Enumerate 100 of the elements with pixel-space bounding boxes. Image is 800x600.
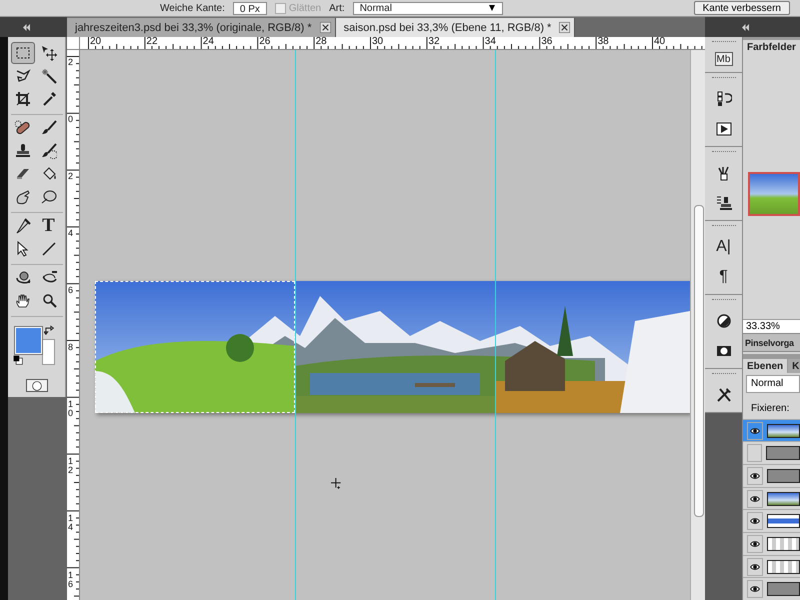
foreground-color-swatch[interactable] (14, 327, 42, 354)
pointer-icon (14, 241, 30, 257)
eyedropper-icon (40, 91, 56, 107)
magic-wand-icon (40, 68, 56, 84)
eye-icon (748, 516, 762, 526)
ruler-label: 12 (68, 457, 73, 475)
contrast-icon[interactable] (716, 313, 732, 329)
layer-row[interactable] (743, 418, 800, 442)
ruler-label: 16 (68, 571, 73, 589)
lasso-icon (14, 68, 30, 84)
layer-row[interactable] (743, 486, 800, 510)
panel-button[interactable]: ¶ (712, 266, 734, 288)
layer-row[interactable] (743, 577, 800, 600)
eye-icon (748, 562, 762, 572)
default-colors-icon[interactable] (12, 355, 22, 365)
swap-arrows-icon[interactable] (44, 325, 54, 335)
layer-thumbnail (767, 424, 800, 438)
ruler-label: 14 (68, 514, 73, 532)
brush-presets-tab[interactable]: Pinselvorga (743, 333, 800, 352)
panel-tab[interactable]: Ebenen (743, 358, 788, 373)
collapse-icon[interactable] (22, 24, 31, 30)
crosshair-icon (331, 478, 342, 489)
layer-row[interactable] (743, 532, 800, 555)
layer-row[interactable] (743, 464, 800, 487)
close-icon[interactable] (320, 22, 331, 33)
feather-label: Weiche Kante: (160, 2, 225, 14)
ruler-label: 8 (68, 343, 73, 352)
caret-icon (488, 5, 496, 11)
refine-edge-button[interactable]: Kante verbessern (694, 1, 790, 15)
visibility-toggle[interactable] (747, 422, 763, 440)
eraser-icon (14, 166, 30, 182)
visibility-toggle[interactable] (747, 534, 763, 553)
eye-icon (748, 470, 762, 481)
feather-field[interactable]: 0 Px (232, 2, 267, 14)
marquee-icon (14, 45, 30, 61)
visibility-toggle[interactable] (747, 444, 762, 462)
ruler-label: 40 (654, 37, 666, 47)
lock-label: Fixieren: (750, 402, 790, 416)
ruler-label: 28 (316, 37, 327, 47)
document-tab[interactable]: saison.psd bei 33,3% (Ebene 11, RGB/8) * (336, 18, 576, 37)
ruler-label: 34 (484, 37, 496, 47)
ruler-label: 38 (598, 37, 609, 47)
visibility-toggle[interactable] (747, 466, 763, 485)
ruler-label: 32 (428, 37, 440, 47)
ruler-label: 30 (372, 37, 384, 47)
layer-thumbnail (767, 536, 800, 551)
play-icon[interactable] (716, 121, 732, 137)
tab-title: jahreszeiten3.psd bei 33,3% (originale, RGB/8) * (75, 22, 312, 34)
quick-mask-button[interactable] (26, 379, 48, 392)
blend-mode-dropdown[interactable]: Normal (746, 374, 800, 393)
mask-icon[interactable] (716, 343, 732, 359)
history-brush-icon (40, 143, 56, 159)
brushes-icon[interactable] (716, 165, 732, 181)
close-icon[interactable] (559, 22, 570, 33)
zoom-field[interactable]: 33.33% (743, 319, 800, 334)
eye-icon (748, 494, 762, 504)
antialias-label: Glätten (288, 2, 322, 14)
ruler-label: 24 (202, 37, 214, 47)
move-icon (40, 45, 56, 61)
type-tool[interactable]: T (36, 215, 60, 237)
marquee-tool[interactable] (10, 42, 34, 64)
layer-row[interactable] (743, 509, 800, 532)
stamp-icon (14, 143, 30, 159)
tab-title: saison.psd bei 33,3% (Ebene 11, RGB/8) * (344, 22, 552, 34)
brush-icon (40, 120, 56, 136)
ruler-label: 22 (146, 37, 158, 47)
swatches-tab[interactable]: Farbfelder (743, 40, 800, 54)
tools-icon[interactable] (716, 387, 732, 403)
crop-icon (14, 91, 30, 107)
visibility-toggle[interactable] (747, 512, 763, 530)
layer-row[interactable] (743, 554, 800, 578)
eye-icon (748, 426, 762, 436)
navigator-thumbnail (748, 172, 800, 216)
panel-button[interactable]: Mb (714, 52, 732, 66)
history-icon[interactable] (716, 91, 732, 107)
ruler-label: 6 (68, 286, 73, 295)
ruler-label: 36 (541, 37, 552, 47)
ruler-label: 2 (68, 58, 73, 67)
circle-icon (32, 380, 42, 390)
visibility-toggle[interactable] (747, 490, 763, 508)
collapse-icon[interactable] (741, 24, 750, 30)
background-color-swatch[interactable] (42, 339, 54, 365)
panel-button[interactable]: A| (712, 236, 734, 258)
pen-icon (14, 218, 30, 234)
eye-icon (748, 584, 762, 594)
ruler-label: 4 (68, 229, 73, 238)
ruler-label: 0 (68, 115, 73, 124)
stamp-icon[interactable] (716, 195, 732, 211)
document-tab[interactable]: jahreszeiten3.psd bei 33,3% (originale, RGB/8) * (67, 18, 336, 37)
vertical-scrollbar[interactable] (690, 50, 705, 600)
style-dropdown[interactable]: Normal (352, 2, 503, 14)
finger-icon (14, 189, 30, 205)
visibility-toggle[interactable] (747, 558, 763, 576)
style-value: Normal (360, 2, 392, 14)
panel-tab[interactable]: K (788, 358, 800, 373)
ruler-label: 20 (90, 37, 102, 47)
layer-row[interactable] (743, 441, 800, 464)
visibility-toggle[interactable] (747, 580, 763, 598)
ruler-label: 2 (68, 172, 73, 181)
scrollbar-thumb[interactable] (694, 205, 704, 517)
